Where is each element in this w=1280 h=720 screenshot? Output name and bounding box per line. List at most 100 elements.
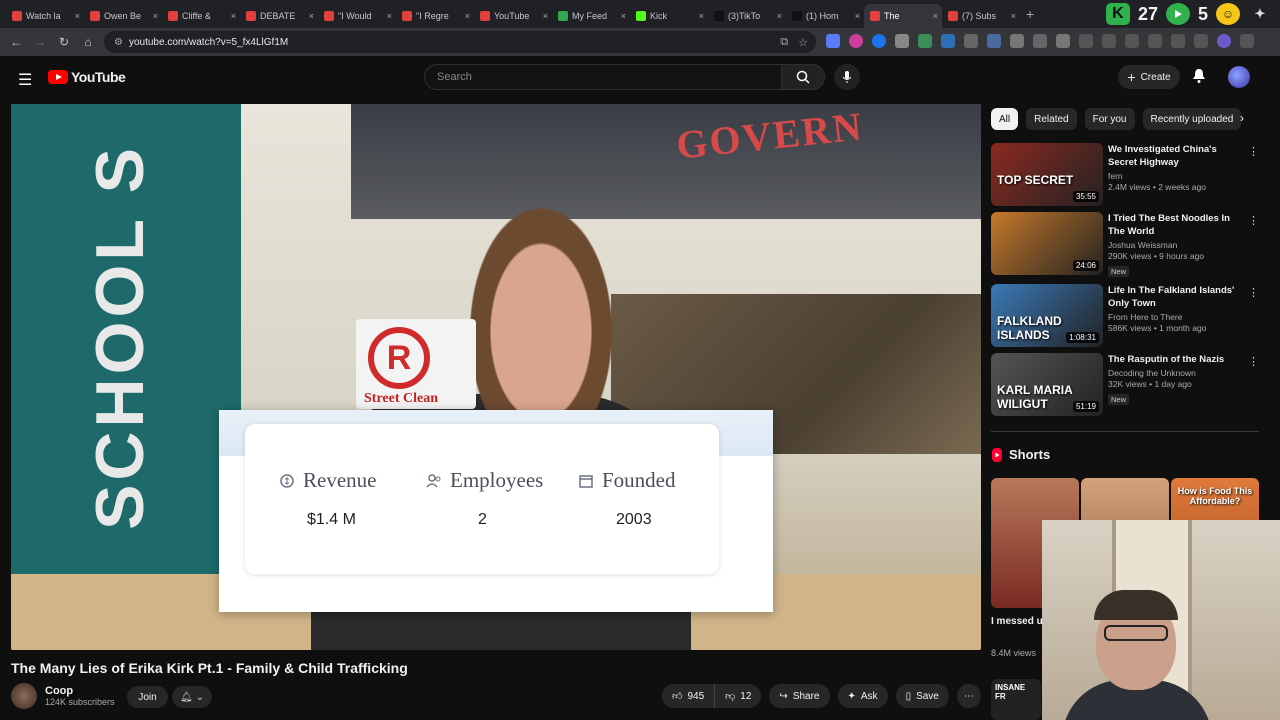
tab-close-icon[interactable]: ×: [699, 11, 704, 21]
chip-all[interactable]: All: [991, 108, 1019, 130]
browser-tab[interactable]: YouTube ×: [474, 4, 552, 28]
extension-2-icon[interactable]: [849, 34, 863, 48]
gemini-icon[interactable]: ✦: [1248, 3, 1272, 25]
smiley-extension-icon[interactable]: ☺: [1216, 3, 1240, 25]
notifications-bell-icon[interactable]: [1192, 68, 1206, 89]
search-input[interactable]: Search: [424, 64, 782, 90]
recommendation-title[interactable]: Life In The Falkland Islands' Only Town: [1108, 284, 1246, 310]
home-button[interactable]: ⌂: [76, 35, 100, 49]
recommendation-item[interactable]: TOP SECRET 35:55 We Investigated China's S…: [991, 143, 1261, 207]
tab-close-icon[interactable]: ×: [777, 11, 782, 21]
extension-1-icon[interactable]: [826, 34, 840, 48]
browser-tab[interactable]: The ×: [864, 4, 942, 28]
browser-tab[interactable]: Cliffe & ×: [162, 4, 240, 28]
tab-close-icon[interactable]: ×: [231, 11, 236, 21]
voice-search-button[interactable]: [834, 64, 860, 90]
browser-tab[interactable]: "I Regre ×: [396, 4, 474, 28]
video-player[interactable]: GOVERN SCHOOL S R Street Clean Revenue $…: [11, 104, 981, 650]
more-vertical-icon[interactable]: ⋮: [1248, 145, 1259, 158]
tab-close-icon[interactable]: ×: [309, 11, 314, 21]
tab-close-icon[interactable]: ×: [465, 11, 470, 21]
chip-recently-uploaded[interactable]: Recently uploaded: [1142, 108, 1242, 130]
extension-10-icon[interactable]: [1033, 34, 1047, 48]
reload-button[interactable]: ↻: [52, 35, 76, 49]
ask-button[interactable]: ✦ Ask: [837, 684, 888, 708]
recommendation-thumbnail[interactable]: 24:06: [991, 212, 1103, 275]
recommendation-title[interactable]: I Tried The Best Noodles In The World: [1108, 212, 1246, 238]
extension-3-icon[interactable]: [872, 34, 886, 48]
more-vertical-icon[interactable]: ⋮: [1248, 214, 1259, 227]
tab-close-icon[interactable]: ×: [1011, 11, 1016, 21]
kick-extension-icon[interactable]: K: [1105, 3, 1130, 25]
profile-icon[interactable]: [1217, 34, 1231, 48]
bookmark-star-icon[interactable]: ☆: [798, 36, 808, 49]
youtube-logo[interactable]: YouTube: [48, 69, 126, 85]
recommendation-channel[interactable]: fern: [1108, 171, 1246, 181]
share-button[interactable]: ↪ Share: [769, 684, 830, 708]
recommendation-item[interactable]: KARL MARIA WILIGUT 51:19 The Rasputin of t…: [991, 353, 1261, 417]
like-button[interactable]: 👍︎ 945: [662, 684, 716, 708]
more-vertical-icon[interactable]: ⋮: [1248, 355, 1259, 368]
history-icon[interactable]: [1102, 34, 1116, 48]
code-icon[interactable]: [1125, 34, 1139, 48]
extension-9-icon[interactable]: [1010, 34, 1024, 48]
dislike-button[interactable]: 👎︎ 12: [715, 684, 762, 708]
recommendation-item[interactable]: 24:06 I Tried The Best Noodles In The Wor…: [991, 212, 1261, 277]
search-button[interactable]: [781, 64, 825, 90]
save-button[interactable]: ▯ Save: [895, 684, 949, 708]
tab-close-icon[interactable]: ×: [387, 11, 392, 21]
account-avatar[interactable]: [1228, 66, 1250, 88]
extension-8-icon[interactable]: [987, 34, 1001, 48]
browser-tab[interactable]: (1) Hom ×: [786, 4, 864, 28]
tab-close-icon[interactable]: ×: [75, 11, 80, 21]
recommendation-channel[interactable]: Decoding the Unknown: [1108, 368, 1246, 378]
chip-for-you[interactable]: For you: [1084, 108, 1135, 130]
next-short-thumb[interactable]: INSANE FR: [991, 679, 1041, 720]
tab-close-icon[interactable]: ×: [933, 11, 938, 21]
subscription-bell-button[interactable]: 🔔︎ ⌄: [172, 686, 212, 708]
more-actions-button[interactable]: ⋯: [956, 684, 981, 708]
recommendation-item[interactable]: FALKLAND ISLANDS 1:08:31 Life In The Falkl…: [991, 284, 1261, 348]
cast-icon[interactable]: [1194, 34, 1208, 48]
channel-avatar[interactable]: [11, 683, 37, 709]
play-extension-icon[interactable]: [1165, 3, 1190, 25]
hamburger-menu-icon[interactable]: ☰: [18, 70, 32, 90]
browser-tab[interactable]: Owen Be ×: [84, 4, 162, 28]
extension-5-icon[interactable]: [918, 34, 932, 48]
install-icon[interactable]: ⧉: [780, 36, 788, 49]
extension-6-icon[interactable]: [941, 34, 955, 48]
short-title[interactable]: I messed u: [991, 616, 1043, 627]
recommendation-channel[interactable]: From Here to There: [1108, 312, 1246, 322]
browser-tab[interactable]: DEBATE ×: [240, 4, 318, 28]
forward-button[interactable]: →: [28, 35, 52, 49]
recommendation-thumbnail[interactable]: KARL MARIA WILIGUT 51:19: [991, 353, 1103, 416]
tab-close-icon[interactable]: ×: [543, 11, 548, 21]
recommendation-thumbnail[interactable]: TOP SECRET 35:55: [991, 143, 1103, 206]
extension-12-icon[interactable]: [1079, 34, 1093, 48]
browser-tab[interactable]: (7) Subs ×: [942, 4, 1020, 28]
extension-11-icon[interactable]: [1056, 34, 1070, 48]
new-tab-button[interactable]: +: [1026, 6, 1034, 22]
extension-4-icon[interactable]: [895, 34, 909, 48]
site-info-icon[interactable]: ⚙: [114, 37, 123, 48]
back-button[interactable]: ←: [4, 35, 28, 49]
recommendation-thumbnail[interactable]: FALKLAND ISLANDS 1:08:31: [991, 284, 1103, 347]
join-button[interactable]: Join: [127, 686, 168, 708]
tab-close-icon[interactable]: ×: [621, 11, 626, 21]
create-button[interactable]: + Create: [1118, 65, 1180, 89]
more-vertical-icon[interactable]: ⋮: [1248, 286, 1259, 299]
extension-7-icon[interactable]: [964, 34, 978, 48]
chips-next-arrow-icon[interactable]: ›: [1240, 111, 1244, 125]
channel-name[interactable]: Coop: [45, 685, 115, 697]
browser-tab[interactable]: Watch la ×: [6, 4, 84, 28]
browser-tab[interactable]: Kick ×: [630, 4, 708, 28]
browser-tab[interactable]: "I Would ×: [318, 4, 396, 28]
browser-tab[interactable]: My Feed ×: [552, 4, 630, 28]
browser-tab[interactable]: (3)TikTo ×: [708, 4, 786, 28]
browser-menu-icon[interactable]: [1240, 34, 1254, 48]
recommendation-title[interactable]: We Investigated China's Secret Highway: [1108, 143, 1246, 169]
sidebar-icon[interactable]: [1148, 34, 1162, 48]
downloads-icon[interactable]: [1171, 34, 1185, 48]
tab-close-icon[interactable]: ×: [153, 11, 158, 21]
url-bar[interactable]: ⚙ youtube.com/watch?v=5_fx4LlGf1M ⧉ ☆: [104, 31, 816, 53]
